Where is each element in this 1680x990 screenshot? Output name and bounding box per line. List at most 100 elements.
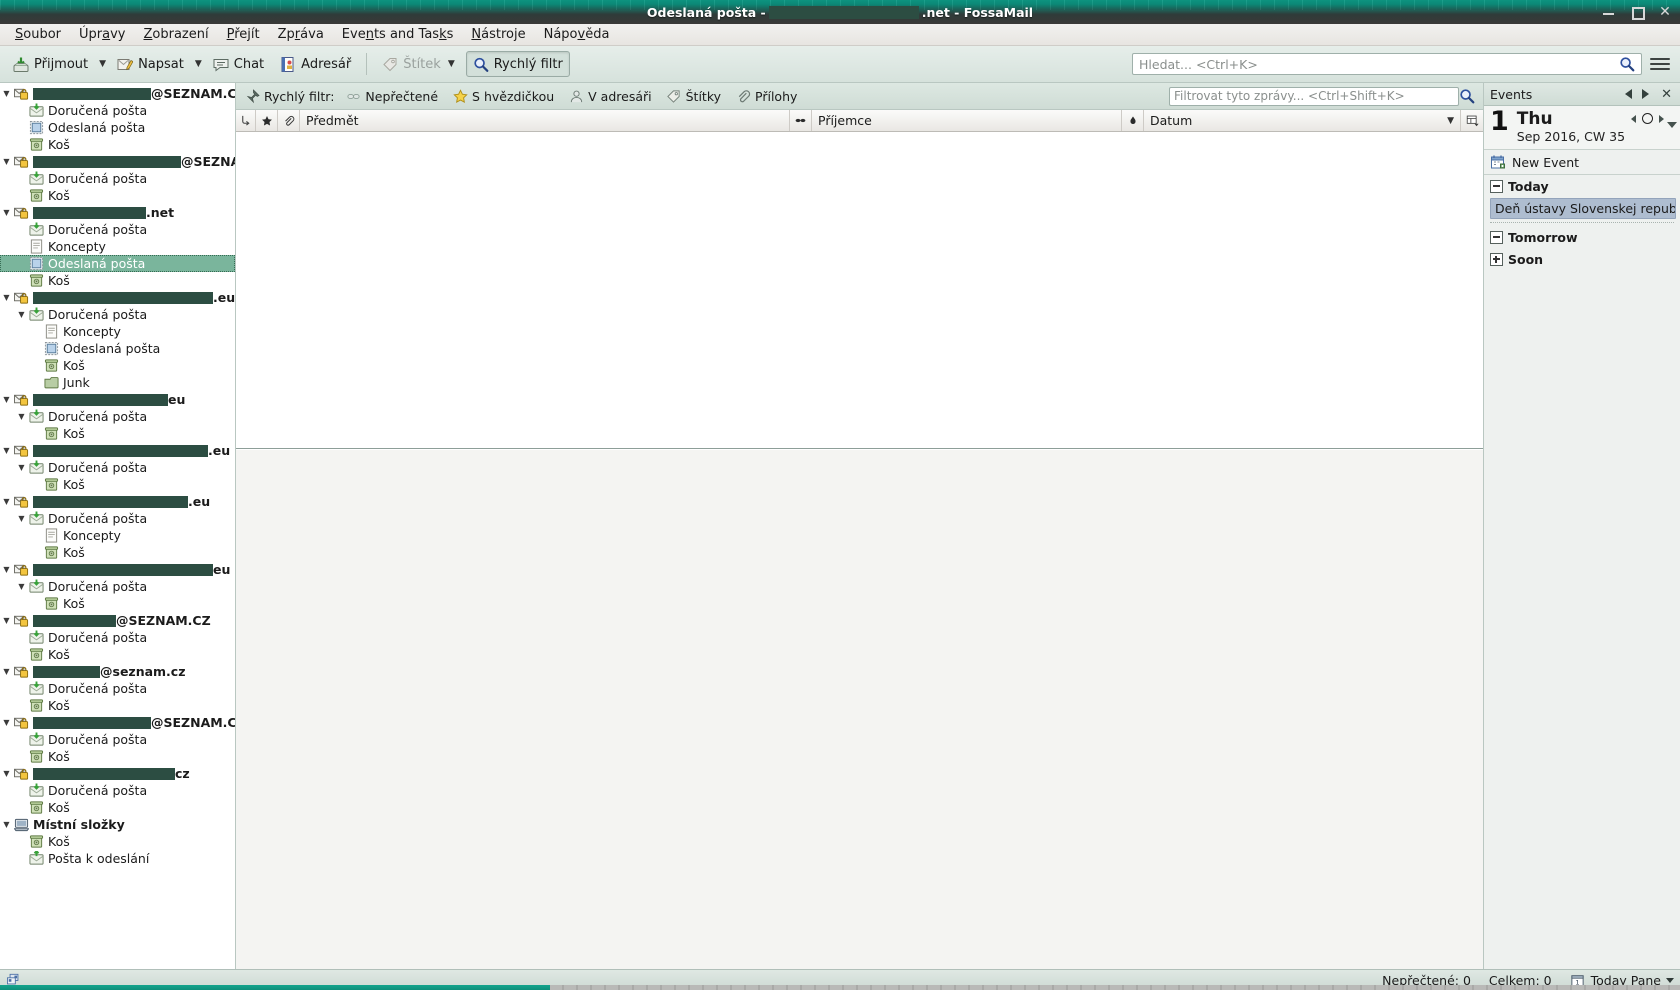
folder-tree-account-row[interactable]: ▼ eu [0, 391, 235, 408]
app-menu-icon[interactable] [1650, 54, 1670, 74]
today-pane-section-tomorrow[interactable]: Tomorrow [1484, 226, 1680, 248]
write-dropdown-icon[interactable]: ▼ [193, 59, 204, 69]
folder-tree-account-row[interactable]: ▼ .eu [0, 493, 235, 510]
folder-tree-folder-row[interactable]: ▼ Koncepty [0, 238, 235, 255]
new-event-button[interactable]: New Event [1484, 150, 1680, 175]
menu-zobrazeni[interactable]: Zobrazení [135, 25, 218, 44]
folder-tree-folder-row[interactable]: ▼ Koš [0, 476, 235, 493]
folder-tree-folder-row[interactable]: ▼ Koš [0, 748, 235, 765]
column-starred[interactable] [256, 110, 278, 131]
menu-upravy[interactable]: Úpravy [70, 25, 134, 44]
pin-icon[interactable] [244, 88, 260, 104]
twisty-expanded-icon[interactable]: ▼ [0, 820, 13, 829]
folder-tree-account-row[interactable]: ▼ @seznam.cz [0, 663, 235, 680]
previous-icon[interactable] [1625, 89, 1633, 99]
folder-tree-folder-row[interactable]: ▼ Doručená pošta [0, 578, 235, 595]
folder-tree-account-row[interactable]: ▼ @SEZNAM.CZ [0, 612, 235, 629]
twisty-expanded-icon[interactable]: ▼ [0, 769, 13, 778]
folder-tree-folder-row[interactable]: ▼ Doručená pošta [0, 408, 235, 425]
twisty-expanded-icon[interactable]: ▼ [0, 616, 13, 625]
filter-in-address-book[interactable]: V adresáři [563, 86, 656, 106]
next-day-icon[interactable] [1659, 114, 1664, 123]
menu-events-and-tasks[interactable]: Events and Tasks [333, 25, 463, 44]
twisty-expanded-icon[interactable]: ▼ [0, 293, 13, 302]
folder-tree-local-row[interactable]: ▼ Místní složky [0, 816, 235, 833]
folder-tree-account-row[interactable]: ▼ @SEZNAM.CZ [0, 153, 235, 170]
folder-tree-folder-row[interactable]: ▼ Doručená pošta [0, 680, 235, 697]
folder-tree-folder-row[interactable]: ▼ Koš [0, 646, 235, 663]
expand-icon[interactable] [1490, 253, 1503, 266]
message-filter-input[interactable]: Filtrovat tyto zprávy... <Ctrl+Shift+K> [1169, 86, 1459, 106]
folder-tree-account-row[interactable]: ▼ .eu [0, 289, 235, 306]
twisty-expanded-icon[interactable]: ▼ [0, 718, 13, 727]
today-pane-section-soon[interactable]: Soon [1484, 248, 1680, 270]
column-read[interactable] [790, 110, 812, 131]
get-mail-dropdown-icon[interactable]: ▼ [97, 59, 108, 69]
menu-prejit[interactable]: Přejít [218, 25, 269, 44]
folder-tree-folder-row[interactable]: ▼ Doručená pošta [0, 510, 235, 527]
filter-tags[interactable]: Štítky [661, 86, 726, 106]
twisty-expanded-icon[interactable]: ▼ [15, 514, 28, 523]
folder-tree-folder-row[interactable]: ▼ Koš [0, 357, 235, 374]
menu-soubor[interactable]: Soubor [6, 25, 70, 44]
menu-zprava[interactable]: Zpráva [269, 25, 333, 44]
twisty-expanded-icon[interactable]: ▼ [0, 208, 13, 217]
close-icon[interactable]: ✕ [1658, 5, 1672, 19]
folder-tree-account-row[interactable]: ▼ @SEZNAM.CZ [0, 714, 235, 731]
folder-tree-folder-row[interactable]: ▼ Odeslaná pošta [0, 119, 235, 136]
folder-tree-folder-row[interactable]: ▼ Koš [0, 595, 235, 612]
folder-tree-account-row[interactable]: ▼ eu [0, 561, 235, 578]
folder-tree-folder-row[interactable]: ▼ Koš [0, 697, 235, 714]
message-list[interactable] [236, 132, 1483, 449]
close-today-pane-icon[interactable]: ✕ [1659, 87, 1674, 102]
twisty-expanded-icon[interactable]: ▼ [15, 310, 28, 319]
twisty-expanded-icon[interactable]: ▼ [15, 582, 28, 591]
folder-pane[interactable]: ▼ @SEZNAM.CZ ▼ Doručená pošta ▼ Odeslaná pošt… [0, 83, 236, 969]
column-junk[interactable] [1122, 110, 1144, 131]
get-mail-button[interactable]: Přijmout [6, 51, 95, 77]
folder-tree-folder-row[interactable]: ▼ Doručená pošta [0, 459, 235, 476]
search-input[interactable]: Hledat... <Ctrl+K> [1132, 53, 1642, 75]
date-dropdown-icon[interactable] [1667, 122, 1677, 128]
folder-tree-folder-row[interactable]: ▼ Koncepty [0, 527, 235, 544]
folder-tree-folder-row[interactable]: ▼ Doručená pošta [0, 629, 235, 646]
folder-tree-folder-row[interactable]: ▼ Pošta k odeslání [0, 850, 235, 867]
folder-tree-folder-row[interactable]: ▼ Doručená pošta [0, 221, 235, 238]
message-filter-search-icon[interactable] [1459, 88, 1475, 104]
folder-tree-folder-row[interactable]: ▼ Koš [0, 425, 235, 442]
tag-button[interactable]: Štítek ▼ [375, 51, 464, 77]
filter-attachments[interactable]: Přílohy [730, 86, 802, 106]
twisty-expanded-icon[interactable]: ▼ [0, 497, 13, 506]
folder-tree-folder-row[interactable]: ▼ Doručená pošta [0, 306, 235, 323]
previous-day-icon[interactable] [1631, 114, 1636, 123]
minimize-button[interactable] [1602, 5, 1616, 19]
today-pane-event[interactable]: Deň ústavy Slovenskej republiky [1490, 198, 1676, 219]
filter-unread[interactable]: Nepřečtené [340, 86, 443, 106]
twisty-expanded-icon[interactable]: ▼ [0, 667, 13, 676]
twisty-expanded-icon[interactable]: ▼ [0, 565, 13, 574]
quick-filter-button[interactable]: Rychlý filtr [465, 51, 570, 77]
folder-tree-folder-row[interactable]: ▼ Odeslaná pošta [0, 255, 235, 272]
folder-tree-account-row[interactable]: ▼ .net [0, 204, 235, 221]
folder-tree-folder-row[interactable]: ▼ Doručená pošta [0, 782, 235, 799]
search-icon[interactable] [1619, 56, 1635, 72]
menu-nastroje[interactable]: Nástroje [462, 25, 534, 44]
address-book-button[interactable]: Adresář [273, 51, 358, 77]
today-pane-section-today[interactable]: Today [1484, 175, 1680, 197]
folder-tree-folder-row[interactable]: ▼ Odeslaná pošta [0, 340, 235, 357]
chevron-down-icon[interactable] [1666, 977, 1674, 983]
folder-tree-account-row[interactable]: ▼ .eu [0, 442, 235, 459]
tag-dropdown-icon[interactable]: ▼ [446, 59, 457, 69]
column-attachment[interactable] [278, 110, 300, 131]
collapse-icon[interactable] [1490, 180, 1503, 193]
write-button[interactable]: Napsat [110, 51, 191, 77]
twisty-expanded-icon[interactable]: ▼ [0, 446, 13, 455]
folder-tree-folder-row[interactable]: ▼ Koš [0, 136, 235, 153]
twisty-expanded-icon[interactable]: ▼ [15, 463, 28, 472]
folder-tree-folder-row[interactable]: ▼ Koš [0, 544, 235, 561]
folder-tree-folder-row[interactable]: ▼ Koš [0, 272, 235, 289]
folder-tree-folder-row[interactable]: ▼ Junk [0, 374, 235, 391]
column-date[interactable]: Datum ▼ [1144, 110, 1461, 131]
folder-tree-folder-row[interactable]: ▼ Doručená pošta [0, 731, 235, 748]
column-picker-icon[interactable] [1461, 110, 1483, 131]
